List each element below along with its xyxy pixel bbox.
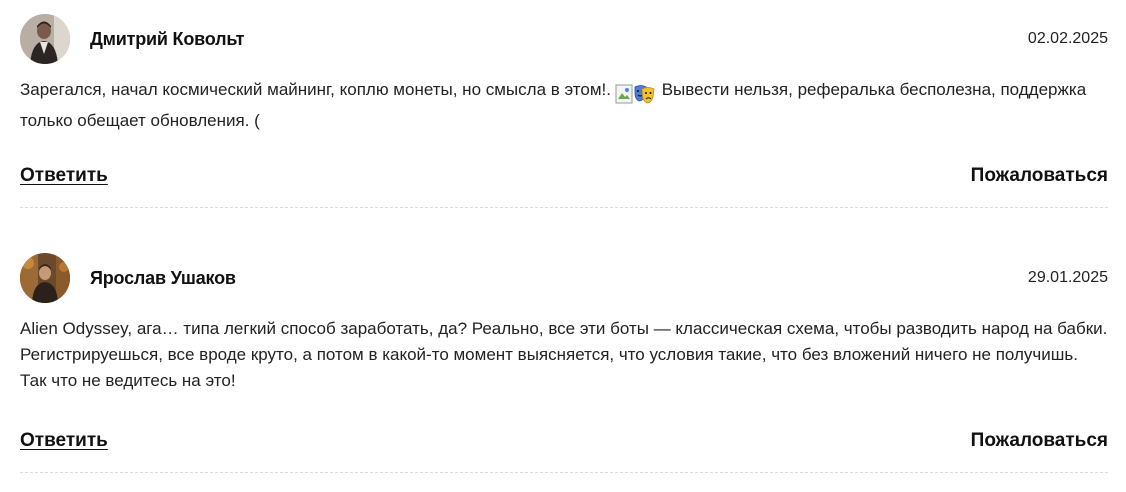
comment-header: Дмитрий Ковольт 02.02.2025 <box>20 14 1108 64</box>
comment-header: Ярослав Ушаков 29.01.2025 <box>20 253 1108 303</box>
report-button[interactable]: Пожаловаться <box>971 165 1108 187</box>
broken-image-icon <box>615 84 633 104</box>
emoji-group <box>615 82 655 108</box>
reply-button[interactable]: Ответить <box>20 165 108 187</box>
comment-author[interactable]: Ярослав Ушаков <box>90 268 236 289</box>
comment-text: Зарегался, начал космический майнинг, ко… <box>20 77 1108 134</box>
reply-button[interactable]: Ответить <box>20 430 108 452</box>
theater-masks-icon <box>633 84 655 104</box>
comments-list: Дмитрий Ковольт 02.02.2025 Зарегался, на… <box>20 0 1108 473</box>
comment: Ярослав Ушаков 29.01.2025 Alien Odyssey,… <box>20 208 1108 473</box>
comment-date: 02.02.2025 <box>1027 30 1108 47</box>
comment-text: Alien Odyssey, ага… типа легкий способ з… <box>20 319 1108 390</box>
report-button[interactable]: Пожаловаться <box>971 430 1108 452</box>
comment-actions: Ответить Пожаловаться <box>20 165 1108 189</box>
comment-actions: Ответить Пожаловаться <box>20 430 1108 454</box>
comment-date: 29.01.2025 <box>1027 269 1108 286</box>
comment-text-part: Зарегался, начал космический майнинг, ко… <box>20 80 611 99</box>
avatar[interactable] <box>20 253 70 303</box>
comment: Дмитрий Ковольт 02.02.2025 Зарегался, на… <box>20 0 1108 208</box>
avatar[interactable] <box>20 14 70 64</box>
comment-author[interactable]: Дмитрий Ковольт <box>90 29 244 50</box>
